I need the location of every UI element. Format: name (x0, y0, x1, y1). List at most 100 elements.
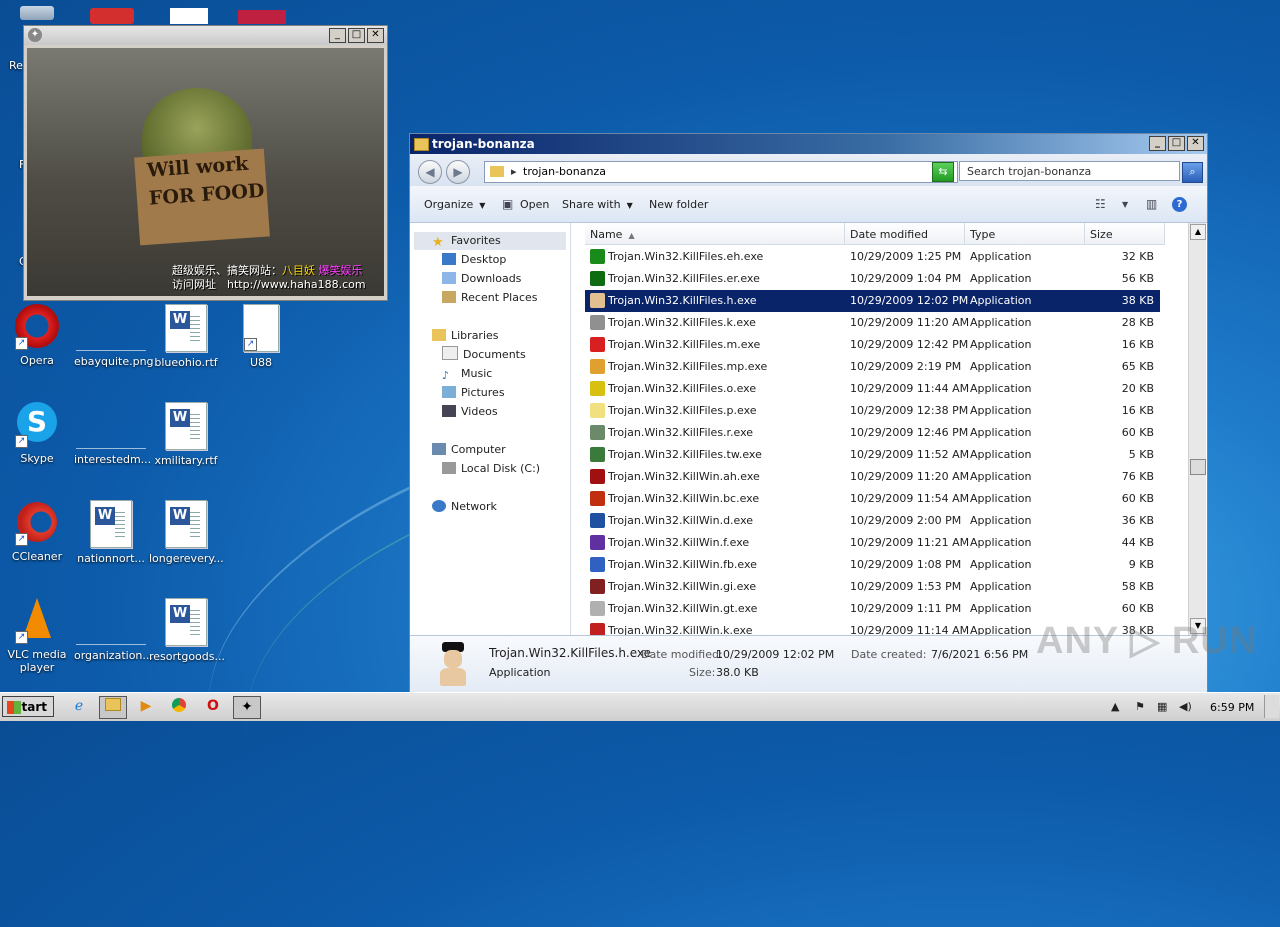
desktop-icon-resortgoods[interactable]: W resortgoods... (149, 598, 225, 663)
file-row[interactable]: Trojan.Win32.KillFiles.p.exe 10/29/2009 1… (585, 400, 1160, 422)
chevron-down-icon[interactable]: ▼ (1122, 200, 1128, 209)
file-size: 36 KB (1121, 514, 1154, 527)
nav-recent[interactable]: Recent Places (442, 289, 538, 307)
open-button[interactable]: Open (520, 198, 549, 211)
file-row[interactable]: Trojan.Win32.KillFiles.mp.exe 10/29/2009 … (585, 356, 1160, 378)
network-tray-icon[interactable]: ▦ (1157, 700, 1167, 713)
explorer-window[interactable]: trojan-bonanza _ □ ✕ ◀ ▶ ▸ trojan-bonanz… (409, 133, 1208, 692)
scrollbar-thumb[interactable] (1190, 459, 1206, 475)
forward-button[interactable]: ▶ (446, 160, 470, 184)
share-with-button[interactable]: Share with ▼ (562, 198, 633, 211)
breadcrumb-arrow-icon[interactable]: ▸ (511, 162, 517, 182)
file-row[interactable]: Trojan.Win32.KillWin.f.exe 10/29/2009 11:… (585, 532, 1160, 554)
gift-icon[interactable] (238, 10, 286, 24)
photo-window-titlebar[interactable]: ✦ _ □ ✕ (24, 26, 387, 45)
close-button[interactable]: ✕ (367, 28, 384, 43)
chrome-icon[interactable] (166, 696, 192, 717)
show-hidden-icons-icon[interactable]: ▲ (1111, 700, 1119, 713)
back-button[interactable]: ◀ (418, 160, 442, 184)
file-row[interactable]: Trojan.Win32.KillWin.ah.exe 10/29/2009 11… (585, 466, 1160, 488)
search-input[interactable]: Search trojan-bonanza (959, 161, 1180, 181)
desktop-icon-nationnort[interactable]: W nationnort... (74, 500, 148, 565)
internet-explorer-icon[interactable]: ℯ (66, 696, 92, 717)
minimize-button[interactable]: _ (1149, 136, 1166, 151)
address-bar[interactable]: ▸ trojan-bonanza ▼ (484, 161, 958, 183)
nav-network[interactable]: Network (432, 498, 497, 516)
desktop-icon-u88[interactable]: ↗ U88 (224, 304, 298, 369)
show-desktop-button[interactable] (1264, 695, 1279, 718)
vertical-scrollbar[interactable]: ▲ ▼ (1188, 223, 1206, 635)
column-header-date[interactable]: Date modified (845, 223, 965, 245)
desktop-icon-skype[interactable]: S ↗ Skype (0, 402, 74, 465)
view-options-icon[interactable]: ☷ (1095, 197, 1106, 211)
file-row[interactable]: Trojan.Win32.KillFiles.r.exe 10/29/2009 1… (585, 422, 1160, 444)
nav-desktop[interactable]: Desktop (442, 251, 506, 269)
nav-documents[interactable]: Documents (442, 346, 526, 364)
desktop-icon-ebayquite[interactable]: ebayquite.png (74, 304, 154, 368)
maximize-button[interactable]: □ (348, 28, 365, 43)
refresh-icon[interactable]: ⇆ (932, 162, 954, 182)
file-row[interactable]: Trojan.Win32.KillWin.gi.exe 10/29/2009 1:… (585, 576, 1160, 598)
desktop-icon-longerevery[interactable]: W longerevery... (149, 500, 224, 565)
file-date-modified: 10/29/2009 1:04 PM (850, 272, 962, 285)
file-row[interactable]: Trojan.Win32.KillFiles.k.exe 10/29/2009 1… (585, 312, 1160, 334)
preview-pane-icon[interactable]: ▥ (1146, 197, 1157, 211)
volume-icon[interactable]: ◀) (1179, 700, 1192, 713)
desktop-icon-opera[interactable]: ↗ Opera (0, 304, 74, 367)
scroll-up-arrow-icon[interactable]: ▲ (1190, 224, 1206, 240)
caption-part: 爆笑娱乐 (318, 264, 363, 277)
recycle-bin-icon[interactable] (20, 6, 54, 20)
popup-taskbar-icon[interactable]: ✦ (233, 696, 261, 719)
explorer-titlebar[interactable]: trojan-bonanza _ □ ✕ (410, 134, 1207, 154)
file-row[interactable]: Trojan.Win32.KillWin.gt.exe 10/29/2009 1:… (585, 598, 1160, 620)
file-row[interactable]: Trojan.Win32.KillFiles.er.exe 10/29/2009 … (585, 268, 1160, 290)
app-red-icon[interactable] (90, 8, 134, 24)
desktop-icon-xmilitary[interactable]: W xmilitary.rtf (149, 402, 223, 467)
nav-favorites[interactable]: ★ Favorites (414, 232, 566, 250)
nav-label: Libraries (451, 329, 499, 342)
clock[interactable]: 6:59 PM (1210, 701, 1254, 714)
doc-icon[interactable] (170, 8, 208, 24)
file-explorer-taskbar-icon[interactable] (99, 696, 127, 719)
organize-button[interactable]: Organize ▼ (424, 198, 485, 211)
nav-videos[interactable]: Videos (442, 403, 498, 421)
desktop-icon-interestedm[interactable]: interestedm... (74, 402, 151, 466)
nav-computer[interactable]: Computer (432, 441, 506, 459)
file-row[interactable]: Trojan.Win32.KillFiles.tw.exe 10/29/2009 … (585, 444, 1160, 466)
file-size: 60 KB (1121, 426, 1154, 439)
opera-taskbar-icon[interactable]: O (200, 696, 226, 717)
close-button[interactable]: ✕ (1187, 136, 1204, 151)
file-row[interactable]: Trojan.Win32.KillFiles.h.exe 10/29/2009 1… (585, 290, 1160, 312)
nav-downloads[interactable]: Downloads (442, 270, 521, 288)
file-row[interactable]: Trojan.Win32.KillFiles.eh.exe 10/29/2009 … (585, 246, 1160, 268)
word-document-icon: W (165, 500, 207, 548)
help-icon[interactable]: ? (1172, 197, 1187, 212)
desktop-icon-vlc[interactable]: ↗ VLC media player (0, 598, 74, 674)
search-icon[interactable]: ⌕ (1182, 162, 1203, 183)
desktop-icon-organization[interactable]: organization... (74, 598, 153, 662)
column-header-name[interactable]: Name ▲ (585, 223, 845, 245)
breadcrumb-current[interactable]: trojan-bonanza (523, 162, 606, 182)
desktop-icon-ccleaner[interactable]: ↗ CCleaner (0, 500, 74, 563)
minimize-button[interactable]: _ (329, 28, 346, 43)
photo-popup-window[interactable]: ✦ _ □ ✕ Will work FOR FOOD 超级娱乐、搞笑网站：八目妖… (23, 25, 388, 301)
column-header-size[interactable]: Size (1085, 223, 1165, 245)
new-folder-button[interactable]: New folder (649, 198, 708, 211)
file-name: Trojan.Win32.KillFiles.er.exe (608, 272, 760, 285)
start-button[interactable]: Start (2, 696, 54, 717)
media-player-icon[interactable]: ▶ (133, 696, 159, 717)
desktop-icon-blueohio[interactable]: W blueohio.rtf (149, 304, 223, 369)
file-row[interactable]: Trojan.Win32.KillFiles.o.exe 10/29/2009 1… (585, 378, 1160, 400)
file-row[interactable]: Trojan.Win32.KillFiles.m.exe 10/29/2009 1… (585, 334, 1160, 356)
nav-pictures[interactable]: Pictures (442, 384, 505, 402)
file-row[interactable]: Trojan.Win32.KillWin.d.exe 10/29/2009 2:0… (585, 510, 1160, 532)
nav-local-disk[interactable]: Local Disk (C:) (442, 460, 540, 478)
column-header-type[interactable]: Type (965, 223, 1085, 245)
nav-music[interactable]: ♪ Music (442, 365, 492, 383)
file-type: Application (970, 426, 1032, 439)
file-row[interactable]: Trojan.Win32.KillWin.bc.exe 10/29/2009 11… (585, 488, 1160, 510)
maximize-button[interactable]: □ (1168, 136, 1185, 151)
nav-libraries[interactable]: Libraries (432, 327, 499, 345)
file-row[interactable]: Trojan.Win32.KillWin.fb.exe 10/29/2009 1:… (585, 554, 1160, 576)
flag-icon[interactable]: ⚑ (1135, 700, 1145, 713)
